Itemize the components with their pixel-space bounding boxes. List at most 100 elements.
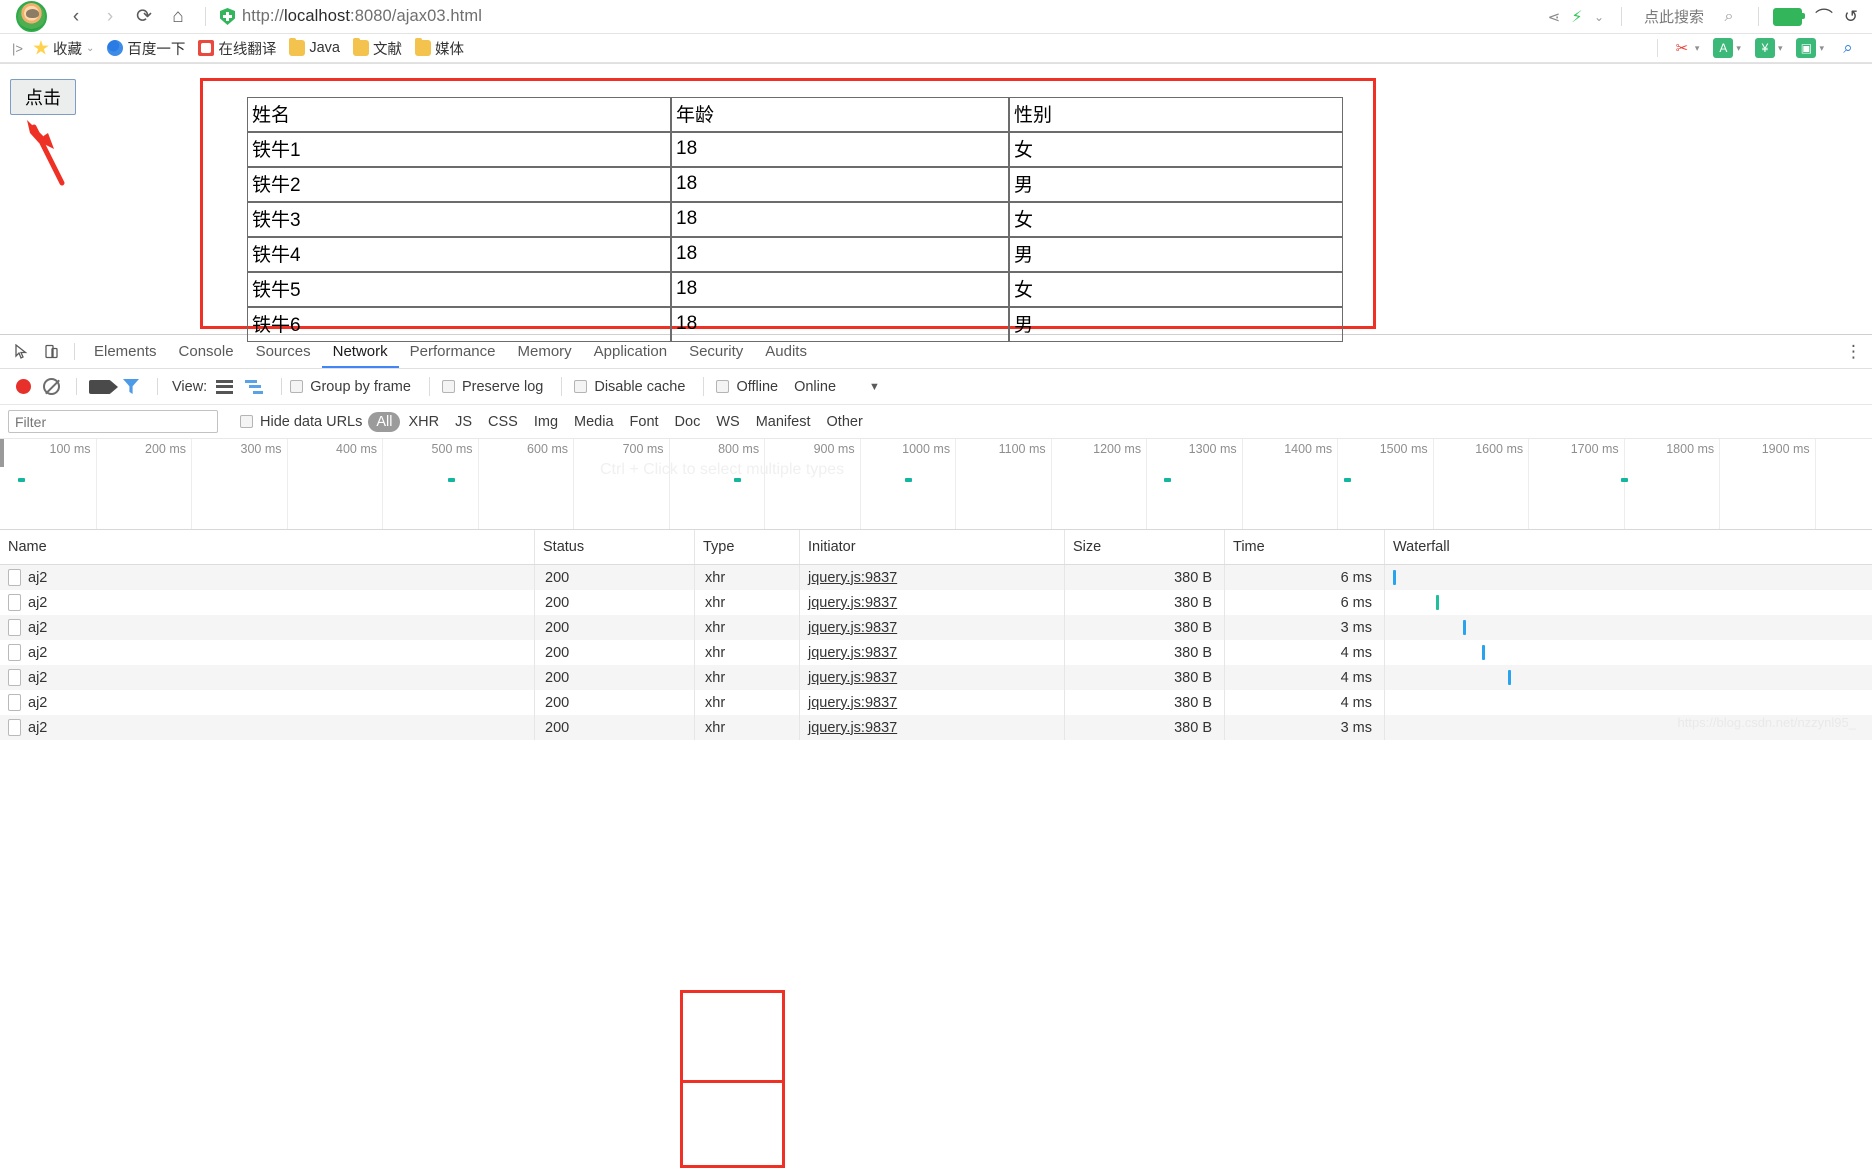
request-checkbox[interactable] (8, 719, 21, 736)
column-header-time[interactable]: Time (1225, 530, 1385, 564)
filter-type-css[interactable]: CSS (480, 414, 526, 430)
initiator-link[interactable]: jquery.js:9837 (808, 620, 897, 636)
undo-icon[interactable]: ↺ (1838, 7, 1864, 27)
address-bar[interactable]: http://localhost:8080/ajax03.html (216, 7, 1541, 26)
device-toolbar-icon[interactable] (36, 335, 66, 368)
network-overview-timeline[interactable]: Ctrl + Click to select multiple types 10… (0, 439, 1872, 530)
chevron-down-icon[interactable]: ▾ (1736, 43, 1741, 54)
preserve-log-checkbox[interactable]: Preserve log (441, 379, 543, 395)
reload-button[interactable]: ⟳ (127, 0, 161, 33)
tab-network[interactable]: Network (322, 335, 399, 368)
filter-type-xhr[interactable]: XHR (400, 414, 447, 430)
filter-type-manifest[interactable]: Manifest (748, 414, 819, 430)
search-box-placeholder[interactable]: 点此搜索 (1644, 6, 1704, 27)
tab-elements[interactable]: Elements (83, 335, 168, 368)
bookmark-media[interactable]: 媒体 (415, 38, 464, 59)
initiator-link[interactable]: jquery.js:9837 (808, 670, 897, 686)
avatar[interactable] (16, 1, 47, 32)
throttling-selected-value[interactable]: Online (794, 379, 836, 395)
chevron-down-icon[interactable]: ⌄ (86, 43, 94, 54)
tab-memory[interactable]: Memory (507, 335, 583, 368)
hide-data-urls-checkbox[interactable]: Hide data URLs (240, 414, 362, 430)
chevron-down-icon[interactable]: ▾ (1695, 43, 1700, 54)
column-header-size[interactable]: Size (1065, 530, 1225, 564)
bookmark-java[interactable]: Java (289, 38, 340, 56)
request-checkbox[interactable] (8, 694, 21, 711)
cell-initiator[interactable]: jquery.js:9837 (800, 615, 1065, 640)
tab-sources[interactable]: Sources (245, 335, 322, 368)
record-button[interactable] (16, 379, 31, 394)
filter-input[interactable] (8, 410, 218, 433)
cell-initiator[interactable]: jquery.js:9837 (800, 565, 1065, 590)
request-checkbox[interactable] (8, 619, 21, 636)
filter-type-ws[interactable]: WS (708, 414, 747, 430)
devtools-more-menu-icon[interactable]: ⋮ (1845, 342, 1872, 362)
table-row[interactable]: aj2 200 xhr jquery.js:9837 380 B4 ms (0, 665, 1872, 690)
cell-initiator[interactable]: jquery.js:9837 (800, 715, 1065, 740)
extension-game[interactable]: ▣ ▾ (1796, 38, 1834, 58)
column-header-name[interactable]: Name (0, 530, 535, 564)
request-checkbox[interactable] (8, 644, 21, 661)
checkbox-box[interactable] (290, 380, 304, 393)
filter-type-all[interactable]: All (368, 411, 401, 432)
checkbox-box[interactable] (716, 380, 730, 393)
initiator-link[interactable]: jquery.js:9837 (808, 595, 897, 611)
checkbox-box[interactable] (574, 380, 588, 393)
table-row[interactable]: aj2 200 xhr jquery.js:9837 380 B6 ms (0, 590, 1872, 615)
forward-button[interactable]: › (93, 0, 127, 33)
table-row[interactable]: aj2 200 xhr jquery.js:9837 380 B3 ms (0, 615, 1872, 640)
offline-checkbox[interactable]: Offline (716, 379, 778, 395)
bookmarks-overflow-icon[interactable]: |> (6, 41, 33, 56)
bookmark-baidu[interactable]: 百度一下 (107, 38, 185, 59)
tab-application[interactable]: Application (583, 335, 678, 368)
initiator-link[interactable]: jquery.js:9837 (808, 720, 897, 736)
headphone-icon[interactable]: ⌒ (1810, 4, 1838, 30)
chevron-down-icon[interactable]: ⌄ (1587, 10, 1611, 24)
bookmark-docs[interactable]: 文献 (353, 38, 402, 59)
bookmark-translate[interactable]: 在线翻译 (198, 38, 276, 59)
share-icon[interactable]: ⋖ (1541, 8, 1567, 26)
waterfall-view-icon[interactable] (245, 379, 264, 394)
table-row[interactable]: aj2 200 xhr jquery.js:9837 380 B3 ms (0, 715, 1872, 740)
bolt-icon[interactable]: ⚡ (1567, 7, 1587, 27)
table-row[interactable]: aj2 200 xhr jquery.js:9837 380 B4 ms (0, 690, 1872, 715)
column-header-status[interactable]: Status (535, 530, 695, 564)
column-header-waterfall[interactable]: Waterfall (1385, 530, 1872, 564)
click-button[interactable]: 点击 (10, 79, 76, 115)
extension-scissors[interactable]: ✂ ▾ (1672, 38, 1710, 58)
clear-button[interactable] (43, 378, 60, 395)
home-button[interactable]: ⌂ (161, 0, 195, 33)
capture-screenshots-icon[interactable] (89, 379, 118, 394)
tab-console[interactable]: Console (168, 335, 245, 368)
extension-search[interactable]: ⌕ (1838, 38, 1858, 58)
tab-performance[interactable]: Performance (399, 335, 507, 368)
back-button[interactable]: ‹ (59, 0, 93, 33)
tab-security[interactable]: Security (678, 335, 754, 368)
filter-type-img[interactable]: Img (526, 414, 566, 430)
search-icon[interactable]: ⌕ (1710, 8, 1748, 26)
throttling-dropdown-icon[interactable]: ▼ (869, 381, 880, 393)
table-row[interactable]: aj2 200 xhr jquery.js:9837 380 B6 ms (0, 565, 1872, 590)
disable-cache-checkbox[interactable]: Disable cache (574, 379, 685, 395)
column-header-initiator[interactable]: Initiator (800, 530, 1065, 564)
checkbox-box[interactable] (441, 380, 455, 393)
initiator-link[interactable]: jquery.js:9837 (808, 695, 897, 711)
bookmark-favorites[interactable]: 收藏 ⌄ (33, 38, 94, 59)
request-checkbox[interactable] (8, 569, 21, 586)
extension-translate[interactable]: A ▾ (1713, 38, 1751, 58)
cell-initiator[interactable]: jquery.js:9837 (800, 665, 1065, 690)
column-header-type[interactable]: Type (695, 530, 800, 564)
checkbox-box[interactable] (240, 415, 253, 428)
filter-type-other[interactable]: Other (819, 414, 871, 430)
initiator-link[interactable]: jquery.js:9837 (808, 570, 897, 586)
initiator-link[interactable]: jquery.js:9837 (808, 645, 897, 661)
cell-initiator[interactable]: jquery.js:9837 (800, 640, 1065, 665)
cell-initiator[interactable]: jquery.js:9837 (800, 590, 1065, 615)
request-checkbox[interactable] (8, 594, 21, 611)
inspect-element-icon[interactable] (6, 335, 36, 368)
extension-coupon[interactable]: ¥ ▾ (1754, 38, 1793, 58)
filter-type-font[interactable]: Font (622, 414, 667, 430)
battery-icon[interactable] (1773, 7, 1805, 26)
chevron-down-icon[interactable]: ▾ (1778, 43, 1783, 54)
list-view-icon[interactable] (216, 379, 234, 394)
